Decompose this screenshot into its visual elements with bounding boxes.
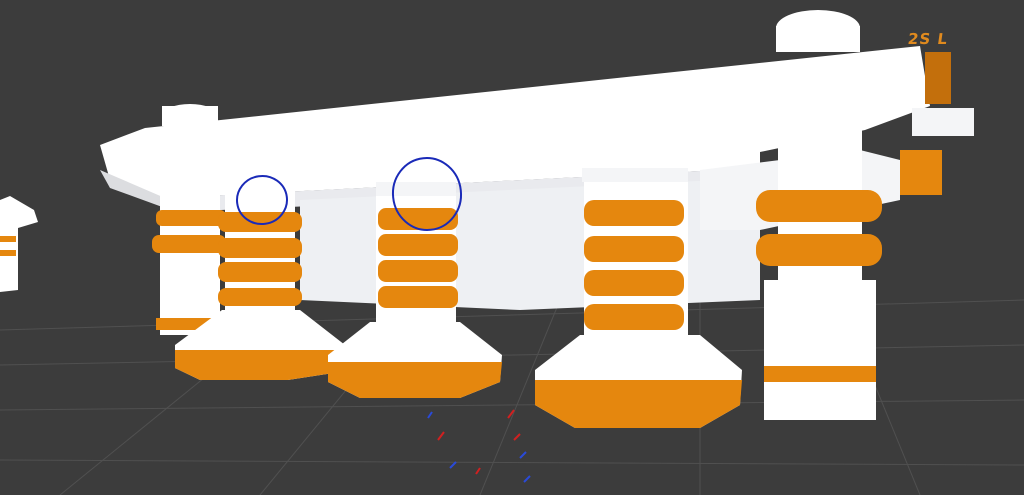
side-part-left xyxy=(0,196,38,292)
transform-gizmo[interactable] xyxy=(427,409,531,483)
leg-rear-left xyxy=(152,195,226,335)
3d-viewport[interactable]: 2S L xyxy=(0,0,1024,495)
model-label-text: 2S L xyxy=(906,30,950,48)
viewport-scene[interactable] xyxy=(0,0,1024,495)
